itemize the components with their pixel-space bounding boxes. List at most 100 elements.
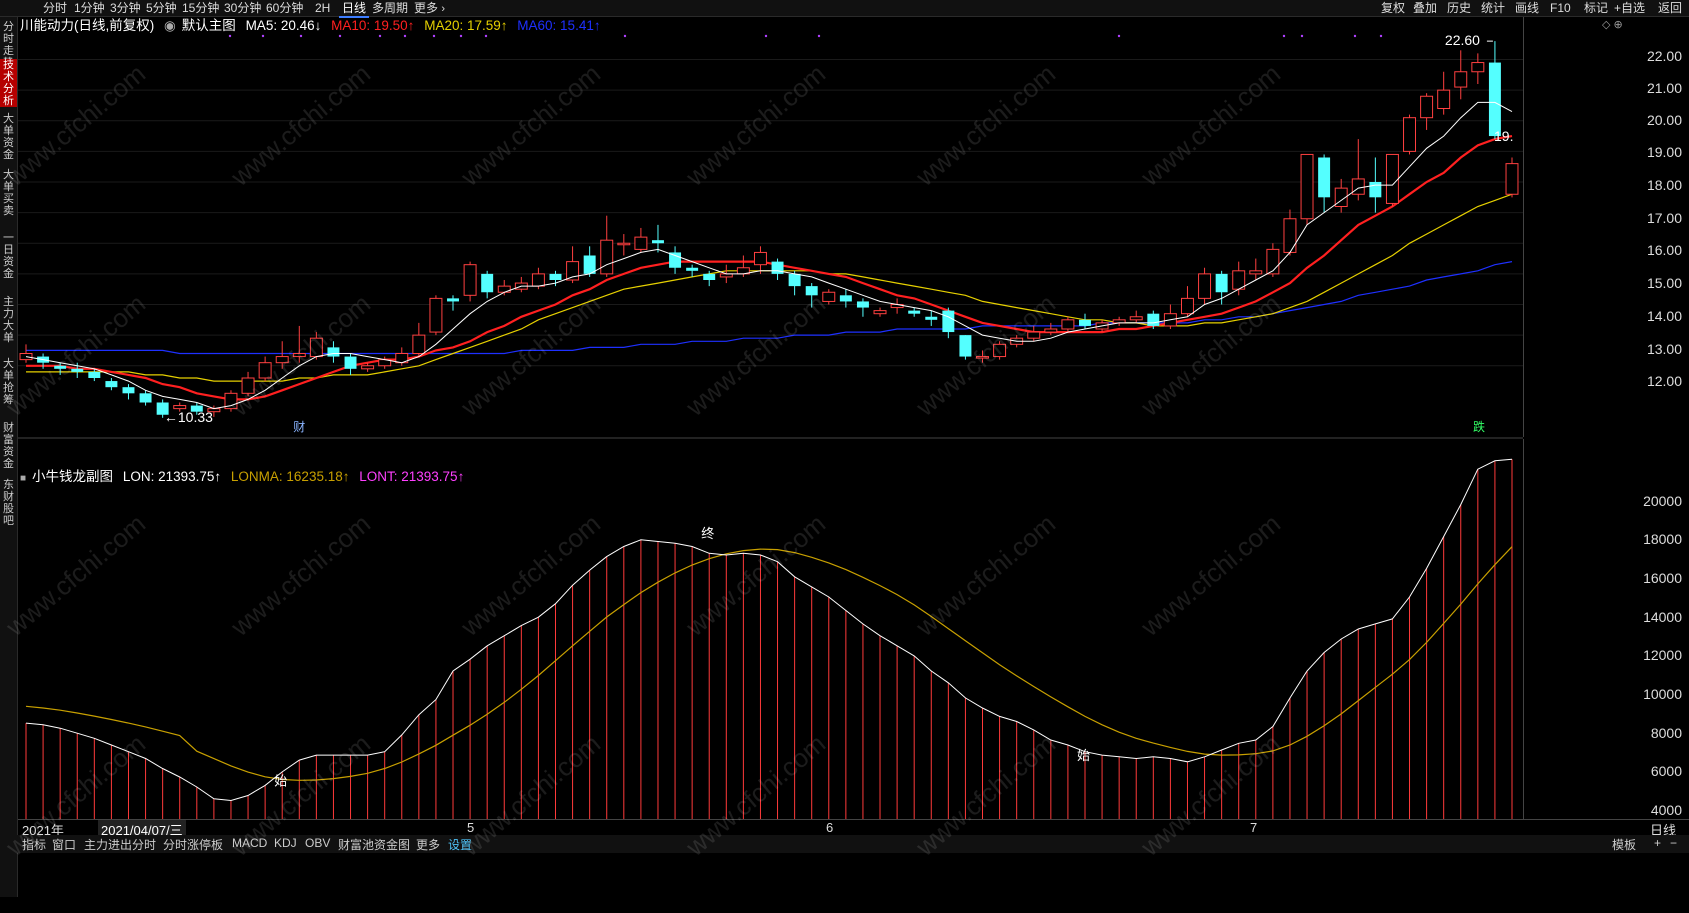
tool-lishi[interactable]: 历史: [1447, 0, 1471, 16]
event-dot: [817, 34, 821, 38]
btab-kdj[interactable]: KDJ: [274, 836, 297, 850]
period-30min[interactable]: 30分钟: [221, 0, 264, 16]
lon-indicator-chart[interactable]: 始 终始: [18, 439, 1523, 819]
candle-body: [327, 347, 340, 357]
candle-body: [1437, 89, 1451, 109]
period-60min[interactable]: 60分钟: [263, 0, 306, 16]
period-more[interactable]: 更多 ›: [411, 0, 448, 16]
candle-body: [497, 285, 511, 293]
main-chart-pane[interactable]: 22.60 ←10.33 19. 财 跌: [18, 17, 1523, 437]
price-tick: 19.00: [1646, 144, 1682, 160]
candle-body: [788, 273, 801, 287]
btab-indicator[interactable]: 指标: [22, 836, 46, 853]
lon-tick: 16000: [1643, 570, 1682, 586]
vtab-dadan-zijin[interactable]: 大单资金: [0, 113, 17, 161]
btab-settings[interactable]: 设置: [448, 836, 472, 853]
ma20-readout: MA20: 17.59↑: [424, 18, 508, 33]
lon-tick: 14000: [1643, 609, 1682, 625]
main-info-bar: 川能动力(日线,前复权) ◉ 默认主图 MA5: 20.46↓ MA10: 19.…: [20, 17, 607, 35]
lon-tick: 18000: [1643, 531, 1682, 547]
vtab-dadan-qiangchou[interactable]: 大单抢筹: [0, 358, 17, 406]
period-5min[interactable]: 5分钟: [143, 0, 180, 16]
candle-body: [1215, 273, 1228, 293]
period-2h[interactable]: 2H: [312, 0, 333, 16]
x-label-month: 5: [467, 820, 475, 835]
vtab-label: 大单买卖: [3, 169, 14, 217]
sub-chart-pane[interactable]: 始 终始: [18, 439, 1523, 819]
event-dot: [484, 34, 488, 38]
template-toggle-icon[interactable]: ◉: [164, 18, 176, 33]
vtab-label: 技术分析: [3, 59, 14, 107]
tool-add-watchlist[interactable]: +自选: [1614, 0, 1645, 16]
candle-body: [292, 353, 306, 358]
btab-limitup[interactable]: 分时涨停板: [163, 836, 223, 853]
lon-readout: LON: 21393.75↑: [122, 469, 222, 484]
vtab-label: 财富资金: [3, 422, 14, 470]
vtab-yiri-zijin[interactable]: 一日资金: [0, 232, 17, 280]
candle-body: [1420, 95, 1434, 119]
x-label-month: 6: [826, 820, 834, 835]
candle-body: [1249, 270, 1263, 275]
tool-f10[interactable]: F10: [1550, 0, 1571, 16]
sub-title[interactable]: 小牛钱龙副图: [32, 469, 113, 484]
price-tick: 12.00: [1646, 373, 1682, 389]
btab-main-flow[interactable]: 主力进出分时: [84, 836, 156, 853]
candle-body: [258, 362, 272, 379]
ma10-readout: MA10: 19.50↑: [331, 18, 415, 33]
high-price-label: 22.60: [1445, 32, 1480, 48]
btab-template[interactable]: 模板: [1612, 836, 1636, 853]
btab-window[interactable]: 窗口: [52, 836, 76, 853]
candle-body: [1505, 163, 1519, 195]
candlestick-chart[interactable]: 22.60 ←10.33 19. 财 跌: [18, 17, 1523, 437]
btab-fund-pool[interactable]: 财富池资金图: [338, 836, 410, 853]
period-daily[interactable]: 日线: [339, 0, 370, 18]
candle-body: [1369, 182, 1382, 198]
candle-body: [1283, 218, 1297, 253]
tool-fuquan[interactable]: 复权: [1381, 0, 1405, 16]
lont-readout: LONT: 21393.75↑: [359, 469, 465, 484]
price-tick: 20.00: [1646, 112, 1682, 128]
start-marker: 始: [274, 773, 287, 788]
candle-body: [71, 368, 84, 372]
period-15min[interactable]: 15分钟: [179, 0, 222, 16]
period-1min[interactable]: 1分钟: [71, 0, 108, 16]
price-tick: 22.00: [1646, 48, 1682, 64]
candle-body: [617, 242, 631, 246]
lon-line: [25, 458, 1513, 802]
btab-more[interactable]: 更多: [416, 836, 440, 853]
candle-body: [839, 295, 852, 302]
tool-huaxian[interactable]: 画线: [1515, 0, 1539, 16]
candle-body: [1300, 153, 1314, 220]
event-dot: [1282, 34, 1286, 38]
vtab-dadan-maimai[interactable]: 大单买卖: [0, 169, 17, 217]
x-label-month: 7: [1250, 820, 1258, 835]
period-toolbar: 分时 1分钟 3分钟 5分钟 15分钟 30分钟 60分钟 2H 日线 多周期 …: [0, 0, 1689, 18]
tool-tongji[interactable]: 统计: [1481, 0, 1505, 16]
plus-icon[interactable]: +: [1654, 836, 1661, 850]
die-marker: 跌: [1473, 419, 1485, 434]
price-tick: 21.00: [1646, 80, 1682, 96]
candle-body: [1129, 316, 1143, 321]
price-tick: 15.00: [1646, 275, 1682, 291]
minus-icon[interactable]: −: [1670, 836, 1677, 850]
vtab-tech-analysis[interactable]: 技术分析: [0, 59, 17, 107]
vtab-dongcai-guba[interactable]: 东财股吧: [0, 479, 17, 527]
period-multi[interactable]: 多周期: [369, 0, 411, 16]
tool-back[interactable]: 返回: [1658, 0, 1682, 16]
template-selector[interactable]: 默认主图: [182, 18, 236, 33]
vtab-zhuli-dadan[interactable]: 主力大单: [0, 296, 17, 344]
event-dot: [1300, 34, 1304, 38]
event-dot: [378, 34, 382, 38]
period-fenshi[interactable]: 分时: [40, 0, 70, 16]
btab-obv[interactable]: OBV: [305, 836, 330, 850]
lon-tick: 8000: [1650, 725, 1682, 741]
indicator-tab-bar: 指标 窗口 主力进出分时 分时涨停板 MACD KDJ OBV 财富池资金图 更…: [0, 835, 1689, 853]
vtab-caifu-zijin[interactable]: 财富资金: [0, 422, 17, 470]
end-marker: 终: [701, 526, 714, 541]
period-3min[interactable]: 3分钟: [107, 0, 144, 16]
tool-biaoji[interactable]: 标记: [1584, 0, 1608, 16]
tool-diejia[interactable]: 叠加: [1413, 0, 1437, 16]
btab-macd[interactable]: MACD: [232, 836, 267, 850]
candle-body: [976, 356, 989, 359]
candle-body: [105, 381, 118, 388]
